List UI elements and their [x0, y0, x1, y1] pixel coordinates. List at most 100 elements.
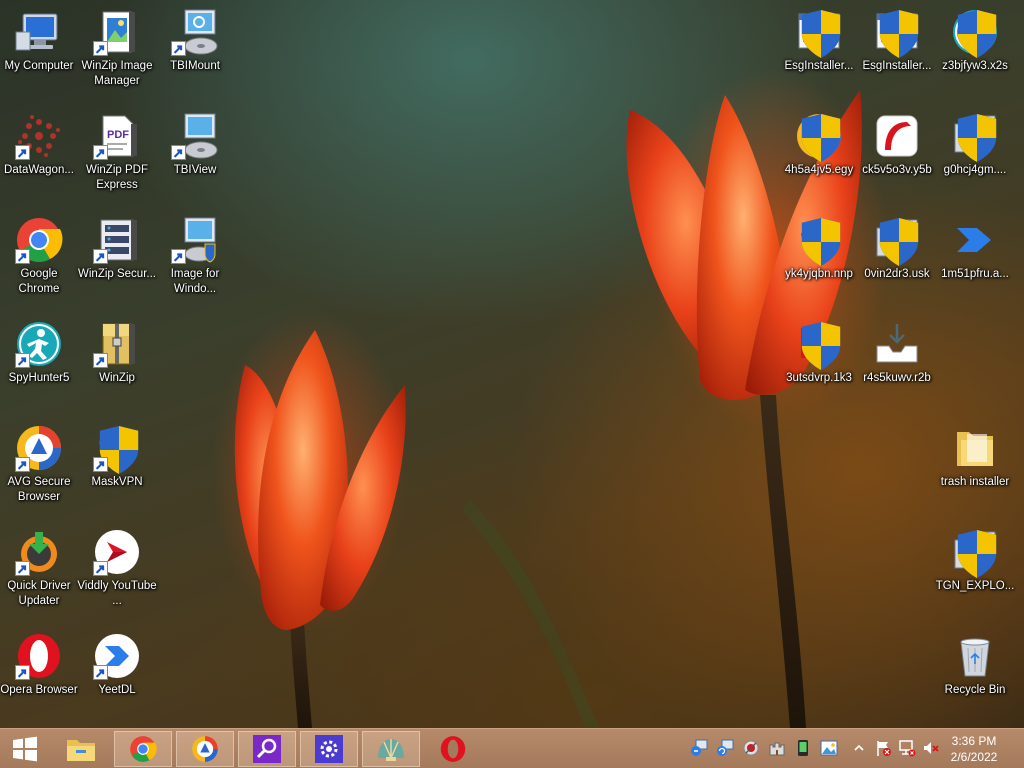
winzip-icon	[93, 320, 141, 368]
icon-label: WinZip Secur...	[78, 268, 156, 280]
desktop-icon-esginstaller-2[interactable]: EsgInstaller...	[858, 4, 936, 104]
taskbar-chrome[interactable]	[114, 731, 172, 767]
icon-label: WinZip Image Manager	[81, 60, 153, 87]
desktop-icon-image-for-windows[interactable]: Image for Windo...	[156, 212, 234, 312]
volume-muted-icon[interactable]	[922, 739, 940, 757]
icon-label: g0hcj4gm....	[943, 164, 1007, 176]
shortcut-arrow-icon	[93, 353, 108, 368]
desktop-icon-z3bjfyw3[interactable]: z3bjfyw3.x2s	[936, 4, 1014, 104]
icon-label: Opera Browser	[0, 684, 78, 696]
start-button[interactable]	[0, 731, 50, 767]
network-share-tray-icon[interactable]	[690, 739, 708, 757]
folder-icon	[951, 424, 999, 472]
avg-browser-icon	[795, 112, 843, 162]
setup-installer-icon	[873, 216, 921, 266]
phone-tray-icon[interactable]	[794, 739, 812, 757]
spyhunter-icon	[951, 8, 999, 58]
desktop-icon-recycle-bin[interactable]: Recycle Bin	[936, 628, 1014, 728]
icon-label: AVG Secure Browser	[7, 476, 71, 503]
opera-icon	[440, 736, 466, 762]
castle-tray-icon[interactable]	[768, 739, 786, 757]
icon-label: DataWagon...	[4, 164, 74, 176]
taskbar-settings-app[interactable]	[300, 731, 358, 767]
desktop-icon-r4s5kuwv[interactable]: r4s5kuwv.r2b	[858, 316, 936, 416]
icon-label: z3bjfyw3.x2s	[942, 60, 1008, 72]
desktop-icon-tgn-explo[interactable]: TGN_EXPLO...	[936, 524, 1014, 624]
icon-label: 0vin2dr3.usk	[864, 268, 930, 280]
shell-icon	[378, 739, 404, 761]
uac-shield-icon	[801, 10, 841, 58]
desktop-icon-datawagon[interactable]: DataWagon...	[0, 108, 78, 208]
icon-label: Recycle Bin	[944, 684, 1006, 696]
shortcut-arrow-icon	[15, 457, 30, 472]
shortcut-arrow-icon	[93, 561, 108, 576]
desktop-icon-yk4yjqbn[interactable]: yk4yjqbn.nnp	[780, 212, 858, 312]
network-tray-icon[interactable]	[898, 739, 916, 757]
recycle-bin-icon	[951, 632, 999, 680]
icon-label: ck5v5o3v.y5b	[862, 164, 932, 176]
quick-driver-updater-icon	[15, 528, 63, 576]
sync-tray-icon[interactable]	[716, 739, 734, 757]
taskbar-avg-browser[interactable]	[176, 731, 234, 767]
avg-browser-icon	[192, 736, 218, 762]
pdf-express-icon: PDF	[93, 112, 141, 160]
setup-installer-icon	[951, 528, 999, 578]
action-center-flag-icon[interactable]	[874, 739, 892, 757]
desktop-icon-my-computer[interactable]: My Computer	[0, 4, 78, 104]
desktop-icon-ck5v5o3v[interactable]: ck5v5o3v.y5b	[858, 108, 936, 208]
shortcut-arrow-icon	[171, 249, 186, 264]
desktop-icon-opera-browser[interactable]: Opera Browser	[0, 628, 78, 728]
icon-label: r4s5kuwv.r2b	[863, 372, 931, 384]
desktop-icon-1m51pfru[interactable]: 1m51pfru.a...	[936, 212, 1014, 312]
icon-label: TBIMount	[170, 60, 220, 72]
maskvpn-icon	[795, 216, 843, 266]
taskbar-search-app[interactable]	[238, 731, 296, 767]
taskbar-opera[interactable]	[424, 731, 482, 767]
desktop-icon-maskvpn[interactable]: MaskVPN	[78, 420, 156, 520]
uac-shield-icon	[879, 218, 919, 266]
desktop-icon-tbiview[interactable]: TBIView	[156, 108, 234, 208]
taskbar-shell-app[interactable]	[362, 731, 420, 767]
taskbar-file-explorer[interactable]	[52, 731, 110, 767]
desktop-icon-tbimount[interactable]: TBIMount	[156, 4, 234, 104]
show-hidden-icons-chevron-icon[interactable]	[850, 739, 868, 757]
antivirus-tray-icon[interactable]	[742, 739, 760, 757]
taskbar: 3:36 PM 2/6/2022	[0, 728, 1024, 768]
uac-shield-icon	[801, 114, 841, 162]
icon-label: WinZip	[99, 372, 135, 384]
shortcut-arrow-icon	[15, 561, 30, 576]
winzip-image-icon	[93, 8, 141, 56]
desktop-icon-yeetdl[interactable]: YeetDL	[78, 628, 156, 728]
desktop-icon-g0hcj4gm[interactable]: g0hcj4gm....	[936, 108, 1014, 208]
spyhunter-icon	[15, 320, 63, 368]
shortcut-arrow-icon	[93, 457, 108, 472]
desktop-icon-0vin2dr3[interactable]: 0vin2dr3.usk	[858, 212, 936, 312]
desktop-icon-avg-secure-browser[interactable]: AVG Secure Browser	[0, 420, 78, 520]
datawagon-icon	[15, 112, 63, 160]
desktop-icon-winzip[interactable]: WinZip	[78, 316, 156, 416]
clock-time: 3:36 PM	[951, 734, 997, 748]
icon-label: TGN_EXPLO...	[935, 580, 1015, 592]
desktop-icon-quick-driver-updater[interactable]: Quick Driver Updater	[0, 524, 78, 624]
desktop-icon-winzip-image-manager[interactable]: WinZip Image Manager	[78, 4, 156, 104]
tbiview-icon	[171, 112, 219, 160]
desktop-icon-trash-installer[interactable]: trash installer	[936, 420, 1014, 520]
image-viewer-tray-icon[interactable]	[820, 739, 838, 757]
desktop-icon-spyhunter5[interactable]: SpyHunter5	[0, 316, 78, 416]
desktop-icon-winzip-pdf-express[interactable]: PDF WinZip PDF Express	[78, 108, 156, 208]
desktop-icon-winzip-secure[interactable]: WinZip Secur...	[78, 212, 156, 312]
shortcut-arrow-icon	[93, 249, 108, 264]
desktop-icon-4h5a4jv5[interactable]: 4h5a4jv5.egy	[780, 108, 858, 208]
taskbar-clock[interactable]: 3:36 PM 2/6/2022	[944, 733, 1004, 765]
shortcut-arrow-icon	[15, 665, 30, 680]
shortcut-arrow-icon	[93, 41, 108, 56]
desktop-icon-esginstaller-1[interactable]: EsgInstaller...	[780, 4, 858, 104]
desktop-icon-3utsdvrp[interactable]: PDF 3utsdvrp.1k3	[780, 316, 858, 416]
icon-label: YeetDL	[98, 684, 136, 696]
icon-label: Viddly YouTube ...	[77, 580, 157, 607]
shortcut-arrow-icon	[93, 145, 108, 160]
desktop-icon-google-chrome[interactable]: Google Chrome	[0, 212, 78, 312]
maskvpn-icon	[93, 424, 141, 474]
icon-label: trash installer	[940, 476, 1010, 488]
desktop-icon-viddly-youtube[interactable]: Viddly YouTube ...	[77, 524, 157, 624]
